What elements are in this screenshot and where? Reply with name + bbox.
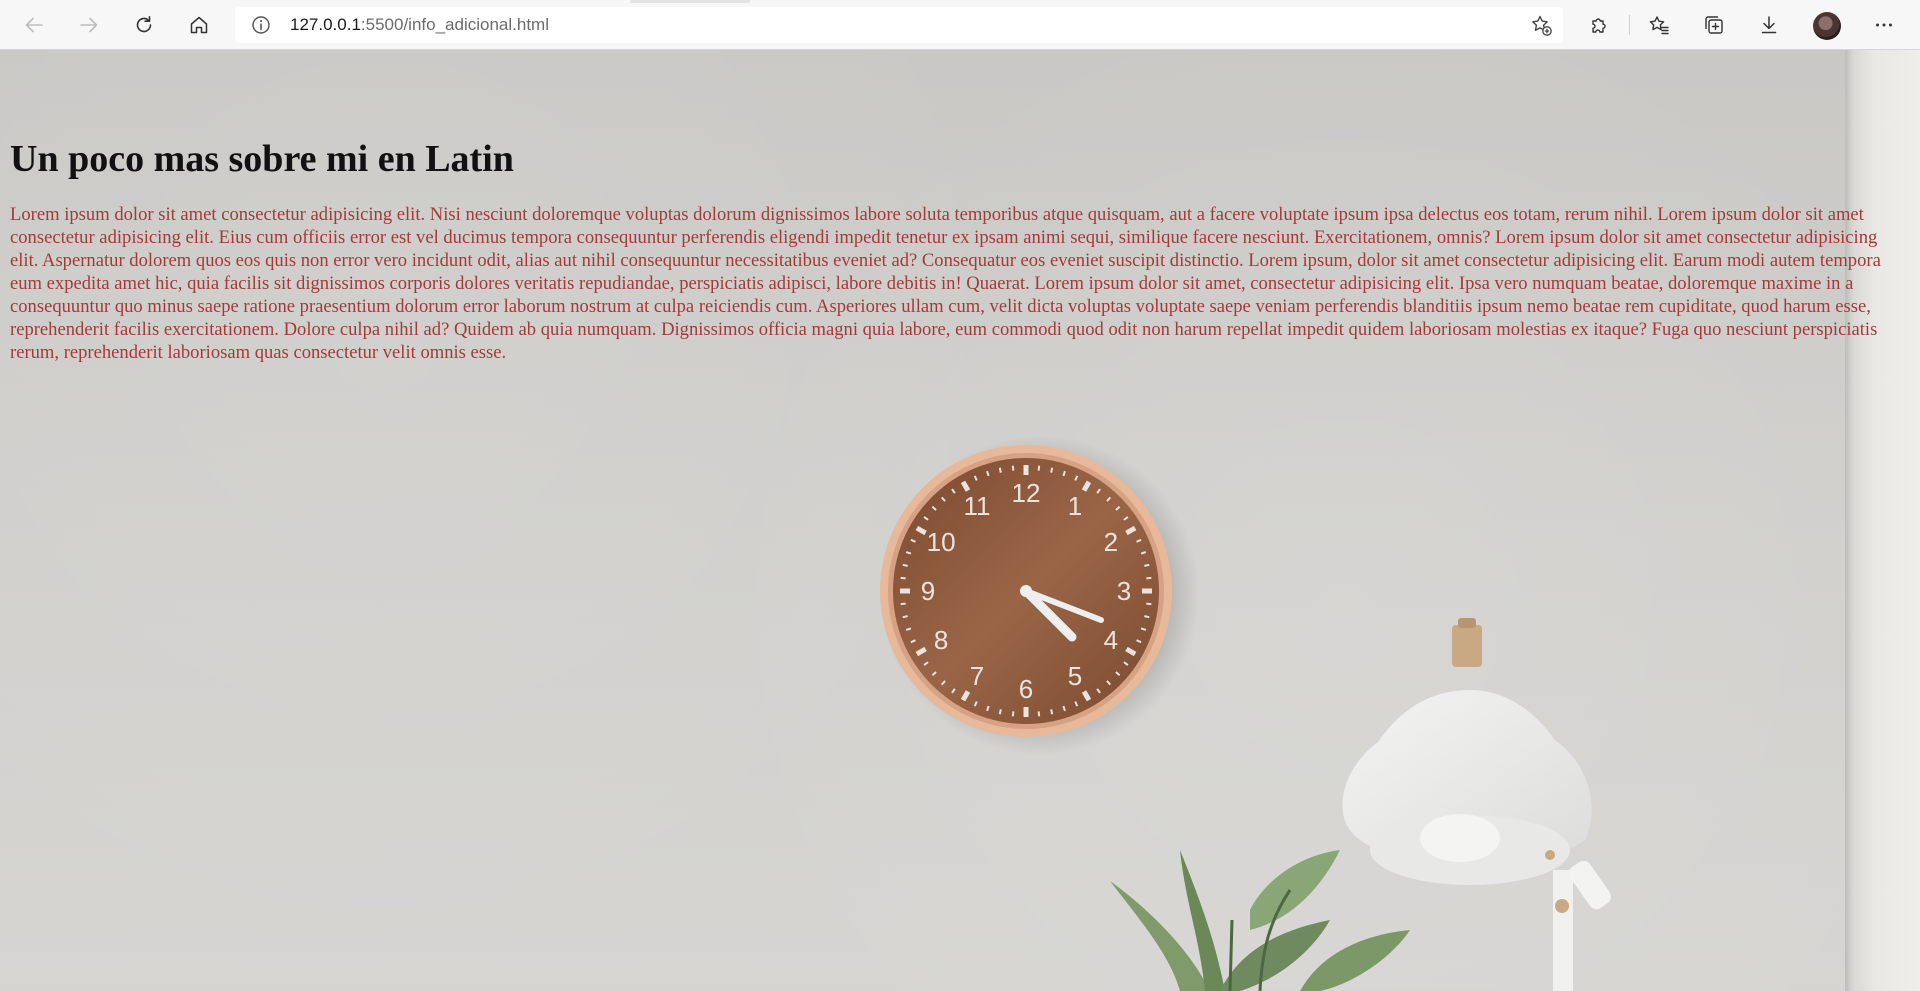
page-title: Un poco mas sobre mi en Latin	[10, 138, 514, 180]
clock-numeral: 6	[1019, 674, 1033, 704]
clock-numeral: 9	[921, 576, 935, 606]
clock-numeral: 7	[970, 661, 984, 691]
favorites-button[interactable]	[1643, 9, 1675, 41]
clock-numeral: 5	[1068, 661, 1082, 691]
url-path: :5500/info_adicional.html	[360, 15, 549, 34]
clock-numeral: 11	[964, 491, 991, 521]
clock-numeral: 1	[1068, 491, 1082, 521]
clock-numeral: 3	[1117, 576, 1131, 606]
arrow-right-icon	[78, 14, 100, 36]
collections-icon	[1703, 14, 1725, 36]
clock-numeral: 12	[1012, 478, 1041, 508]
clock-tick	[1037, 465, 1041, 471]
avatar[interactable]	[1813, 12, 1841, 40]
clock-tick	[902, 563, 908, 567]
star-list-icon	[1648, 14, 1670, 36]
tab-strip-edge	[630, 0, 750, 3]
clock-tick	[900, 602, 906, 606]
clock-tick	[1146, 602, 1152, 606]
clock-tick	[1144, 615, 1150, 619]
arrow-left-icon	[23, 14, 45, 36]
collections-button[interactable]	[1698, 9, 1730, 41]
url-text[interactable]: 127.0.0.1:5500/info_adicional.html	[290, 15, 549, 35]
clock-numeral: 2	[1104, 527, 1118, 557]
wall-clock: 12 12 3 45 6 78 9 10 11	[880, 435, 1200, 755]
clock-tick	[998, 709, 1002, 715]
star-plus-icon[interactable]	[1529, 13, 1553, 37]
clock-tick	[902, 615, 908, 619]
more-icon	[1873, 14, 1895, 36]
clock-tick	[1011, 465, 1015, 471]
browser-toolbar: 127.0.0.1:5500/info_adicional.html	[0, 0, 1920, 50]
forward-button[interactable]	[73, 9, 105, 41]
download-icon	[1758, 14, 1780, 36]
clock-tick	[998, 467, 1002, 473]
clock-tick	[1050, 709, 1054, 715]
lorem-paragraph: Lorem ipsum dolor sit amet consectetur a…	[10, 204, 1881, 363]
refresh-button[interactable]	[128, 9, 160, 41]
back-button[interactable]	[18, 9, 50, 41]
refresh-icon	[133, 14, 155, 36]
address-bar[interactable]: 127.0.0.1:5500/info_adicional.html	[235, 7, 1563, 43]
clock-tick	[1146, 576, 1152, 580]
clock-tick	[1037, 711, 1041, 717]
page-viewport: 12 1 2 3 4 5 6 7 8 9 10 11 Un poco mas s…	[0, 50, 1920, 991]
clock-tick	[1011, 711, 1015, 717]
toolbar-separator	[1629, 15, 1630, 35]
plant	[1110, 850, 1410, 991]
clock-tick	[1144, 563, 1150, 567]
downloads-button[interactable]	[1753, 9, 1785, 41]
extensions-button[interactable]	[1583, 9, 1615, 41]
clock-numeral: 4	[1104, 625, 1118, 655]
page-content: Un poco mas sobre mi en Latin Lorem ipsu…	[10, 50, 1902, 364]
puzzle-icon	[1588, 14, 1610, 36]
home-button[interactable]	[183, 9, 215, 41]
clock-numeral: 10	[927, 527, 956, 557]
menu-button[interactable]	[1868, 9, 1900, 41]
clock-tick	[1050, 467, 1054, 473]
info-icon[interactable]	[251, 15, 271, 35]
clock-numeral: 8	[934, 625, 948, 655]
url-host: 127.0.0.1	[290, 15, 361, 34]
clock-tick	[900, 576, 906, 580]
home-icon	[188, 14, 210, 36]
